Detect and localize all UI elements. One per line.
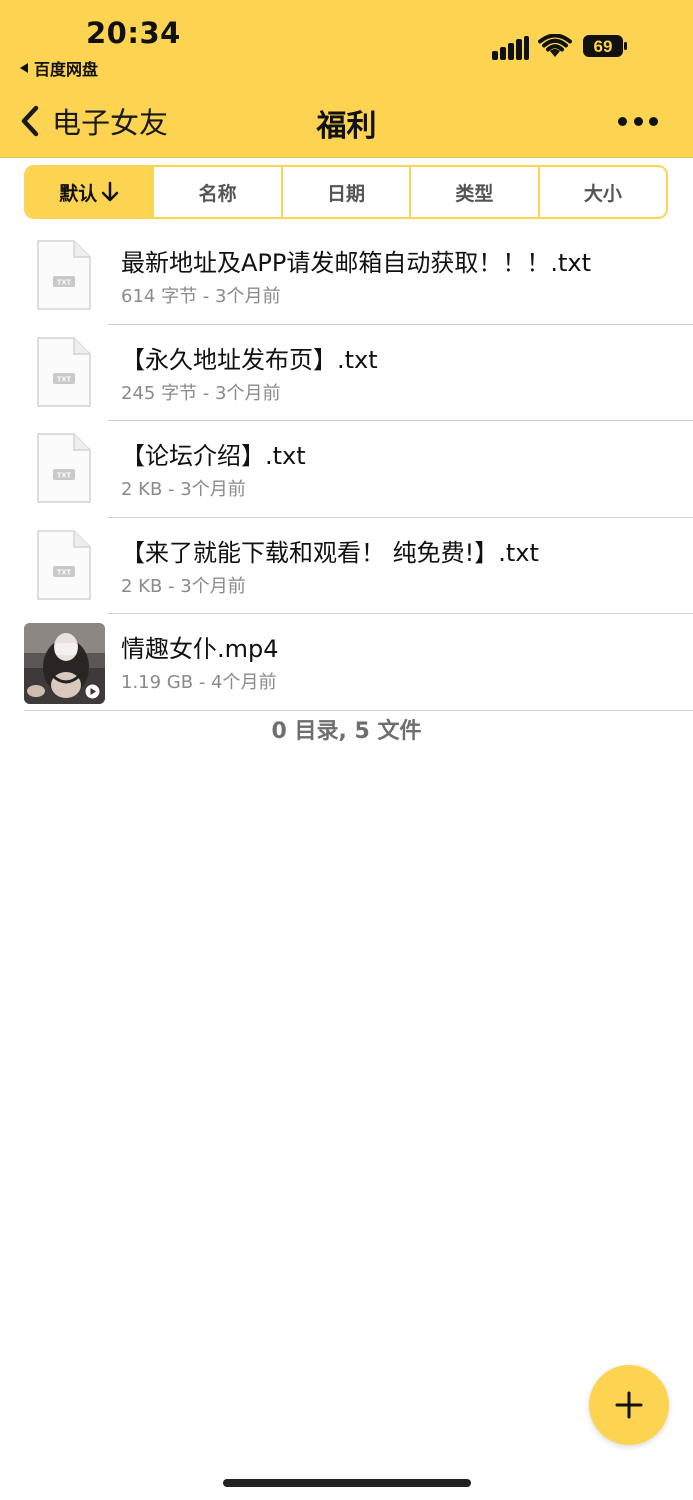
back-to-app[interactable]: 百度网盘: [20, 56, 98, 80]
file-meta: 2 KB - 3个月前: [121, 479, 246, 500]
row-divider: [24, 709, 693, 711]
txt-file-icon: TXT: [37, 433, 91, 503]
sort-tab-label: 日期: [327, 182, 366, 205]
txt-file-icon: TXT: [37, 529, 91, 600]
file-icon-label: TXT: [57, 278, 72, 287]
back-app-label: 百度网盘: [34, 60, 99, 79]
file-row[interactable]: TXT 【论坛介绍】.txt 2 KB - 3个月前: [0, 421, 693, 518]
sort-bar: 默认 名称 日期 类型 大小: [24, 165, 668, 219]
more-button[interactable]: [614, 104, 662, 138]
add-button[interactable]: [589, 1365, 669, 1445]
sort-tab-date[interactable]: 日期: [283, 167, 412, 217]
file-icon-label: TXT: [57, 374, 72, 383]
file-meta: 1.19 GB - 4个月前: [121, 672, 277, 693]
play-icon: [84, 683, 101, 700]
more-icon: [618, 116, 627, 126]
file-name: 【论坛介绍】.txt: [121, 442, 306, 470]
file-name: 【永久地址发布页】.txt: [121, 345, 378, 374]
signal-icon: [492, 36, 530, 60]
file-meta: 245 字节 - 3个月前: [121, 382, 281, 404]
file-icon-label: TXT: [57, 567, 72, 576]
folder-summary: 0 目录, 5 文件: [271, 719, 422, 744]
file-row[interactable]: 情趣女仆.mp4 1.19 GB - 4个月前: [0, 614, 693, 711]
back-triangle-icon: [20, 63, 28, 73]
file-row[interactable]: TXT 【来了就能下载和观看！ 纯免费!】.txt 2 KB - 3个月前: [0, 518, 693, 614]
sort-tab-size[interactable]: 大小: [540, 167, 666, 217]
file-meta: 614 字节 - 3个月前: [121, 286, 281, 307]
sort-tab-default[interactable]: 默认: [26, 167, 155, 217]
back-chevron-icon: [21, 105, 39, 137]
file-name: 情趣女仆.mp4: [121, 635, 279, 663]
sort-tab-type[interactable]: 类型: [411, 167, 540, 217]
txt-file-icon: TXT: [37, 240, 91, 310]
file-meta: 2 KB - 3个月前: [121, 575, 246, 597]
plus-icon: [615, 1391, 643, 1419]
txt-file-icon: TXT: [37, 336, 91, 407]
file-row[interactable]: TXT 【永久地址发布页】.txt 245 字节 - 3个月前: [0, 325, 693, 421]
sort-tab-label: 名称: [198, 182, 237, 205]
sort-arrow-down-icon: [101, 181, 119, 202]
battery-level: 69: [594, 37, 613, 56]
home-indicator: [223, 1479, 471, 1487]
battery-icon: 69: [583, 35, 627, 57]
nav-back-label: 电子女友: [52, 106, 169, 140]
sort-tab-label: 大小: [583, 182, 622, 205]
top-bar: 20:34 百度网盘 69 电子女友 福利: [0, 0, 693, 158]
file-icon-label: TXT: [57, 471, 72, 480]
nav-back-button[interactable]: 电子女友: [20, 100, 168, 142]
sort-tab-label: 默认: [59, 182, 98, 205]
status-time: 20:34: [86, 16, 181, 50]
video-thumbnail: [24, 623, 105, 704]
wifi-icon: [538, 34, 572, 57]
file-name: 【来了就能下载和观看！ 纯免费!】.txt: [121, 538, 539, 567]
sort-tab-label: 类型: [455, 182, 494, 205]
sort-tab-name[interactable]: 名称: [154, 167, 283, 217]
file-list: TXT 最新地址及APP请发邮箱自动获取！！！.txt 614 字节 - 3个月…: [0, 228, 693, 711]
file-row[interactable]: TXT 最新地址及APP请发邮箱自动获取！！！.txt 614 字节 - 3个月…: [0, 228, 693, 325]
file-name: 最新地址及APP请发邮箱自动获取！！！.txt: [121, 249, 592, 277]
